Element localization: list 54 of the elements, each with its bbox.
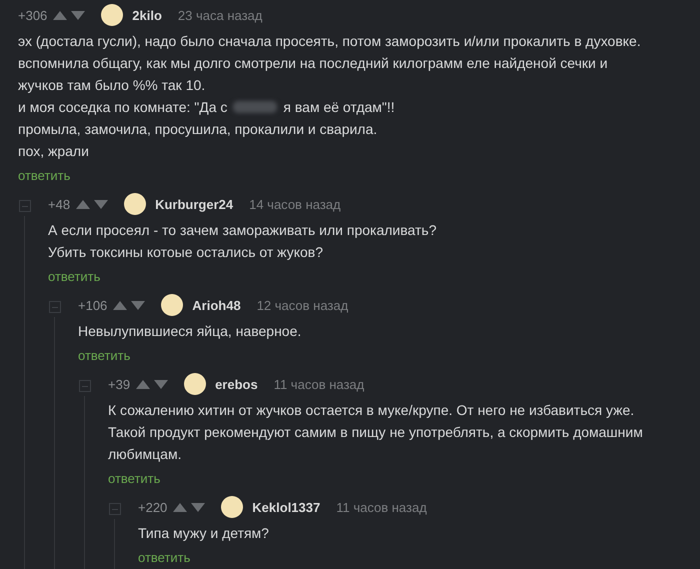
comment-time: 12 часов назад <box>256 298 348 312</box>
downvote-icon[interactable] <box>131 300 146 310</box>
comment-text: я вам её отдам"!! <box>283 98 395 117</box>
upvote-icon[interactable] <box>113 300 128 310</box>
upvote-icon[interactable] <box>136 380 150 388</box>
comment-text: пох, жрали <box>18 142 90 161</box>
downvote-icon[interactable] <box>71 10 86 20</box>
collapse-toggle[interactable] <box>49 301 61 313</box>
upvote-icon[interactable] <box>173 502 188 512</box>
author-link[interactable]: Kurburger24 <box>155 196 234 212</box>
comment-text: эх (достала гусли), надо было сначала просеять, потом заморозить и/или прокалить в духовке. <box>18 32 642 51</box>
comment-time: 14 часов назад <box>249 196 341 212</box>
author-link[interactable]: Keklol1337 <box>252 500 320 514</box>
comment-text: любимцам. <box>108 445 182 464</box>
collapse-toggle[interactable] <box>109 503 121 515</box>
author-link[interactable]: erebos <box>215 376 258 392</box>
comment-text: вспомнила общагу, как мы долго смотрели на последний килограмм еле найденой сечки и <box>18 54 609 73</box>
author-link[interactable]: 2kilo <box>132 8 162 22</box>
reply-link[interactable]: ответить <box>138 549 190 567</box>
comment-time: 11 часов назад <box>336 500 427 514</box>
reply-link[interactable]: ответить <box>78 347 130 365</box>
comment-text: К сожалению хитин от жучков остается в муке/крупе. От него не избавиться уже. <box>108 401 636 420</box>
comment-text: А если просеял - то зачем замораживать или прокаливать? <box>48 221 438 240</box>
comment-text: Убить токсины котоые остались от жуков? <box>48 243 324 262</box>
author-link[interactable]: Arioh48 <box>192 298 241 312</box>
reply-link[interactable]: ответить <box>18 167 70 185</box>
rating-count: +48 <box>48 196 70 212</box>
rating-count: +39 <box>108 376 130 392</box>
comment-text: Типа мужу и детям? <box>138 524 270 543</box>
comment-text: жучков там было %% так 10. <box>18 76 206 95</box>
reply-link[interactable]: ответить <box>48 268 100 286</box>
rating-count: +306 <box>18 8 48 22</box>
downvote-icon[interactable] <box>191 502 206 512</box>
downvote-icon[interactable] <box>94 200 108 208</box>
comment-text: Такой продукт рекомендуют самим в пищу не употреблять, а скормить домашним <box>108 423 644 442</box>
rating-count: +106 <box>78 298 108 312</box>
comment-text: и моя соседка по комнате: "Да с <box>18 98 228 117</box>
comment-time: 11 часов назад <box>274 376 364 392</box>
comment-time: 23 часа назад <box>178 8 262 22</box>
avatar[interactable] <box>124 193 146 215</box>
avatar[interactable] <box>184 373 206 395</box>
avatar[interactable] <box>221 496 244 518</box>
downvote-icon[interactable] <box>154 380 168 388</box>
avatar[interactable] <box>101 4 124 26</box>
upvote-icon[interactable] <box>76 200 90 208</box>
blurred-word <box>233 101 278 113</box>
rating-count: +220 <box>138 500 168 514</box>
collapse-toggle[interactable] <box>79 380 91 392</box>
reply-link[interactable]: ответить <box>108 470 160 488</box>
upvote-icon[interactable] <box>53 10 68 20</box>
avatar[interactable] <box>161 294 184 316</box>
comment-text: Невылупившиеся яйца, наверное. <box>78 322 302 341</box>
collapse-toggle[interactable] <box>19 200 31 212</box>
comment-text: промыла, замочила, просушила, прокалили и сварила. <box>18 120 378 139</box>
